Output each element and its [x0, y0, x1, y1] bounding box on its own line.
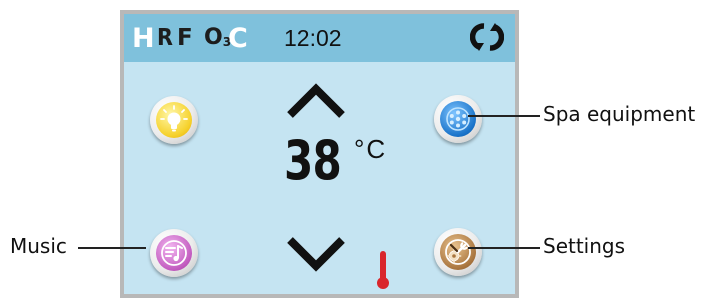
- thermometer-icon: [377, 251, 389, 289]
- temperature-value: 38: [284, 129, 342, 192]
- spa-jets-icon: [446, 107, 470, 131]
- light-bulb-icon: [160, 105, 188, 132]
- settings-label: Settings: [543, 234, 626, 258]
- sync-arrows-icon[interactable]: [470, 22, 504, 52]
- settings-button[interactable]: [434, 228, 482, 276]
- ozone-indicator: O3: [204, 27, 231, 49]
- music-note-icon: [161, 240, 187, 266]
- spa-control-screen: H R F O3 C 12:02 38 °C: [120, 10, 519, 298]
- spa-equipment-callout-line: [468, 115, 540, 117]
- settings-callout-line: [468, 247, 540, 249]
- filter-indicator: F: [177, 25, 193, 51]
- spa-equipment-button-face: [440, 101, 476, 137]
- c-indicator: C: [228, 23, 248, 54]
- heater-indicator: H: [132, 23, 155, 54]
- status-bar: H R F O3 C 12:02: [124, 14, 515, 62]
- spa-equipment-button[interactable]: [434, 95, 482, 143]
- light-button-face: [156, 102, 192, 138]
- music-label: Music: [10, 234, 67, 258]
- clock-time: 12:02: [284, 25, 342, 51]
- temperature-unit: °C: [354, 134, 388, 164]
- spa-equipment-label: Spa equipment: [543, 102, 696, 126]
- temperature-down-chevron-icon[interactable]: [284, 234, 348, 274]
- settings-button-face: [440, 234, 476, 270]
- music-callout-line: [78, 247, 146, 249]
- light-button[interactable]: [150, 96, 198, 144]
- temperature-up-chevron-icon[interactable]: [284, 80, 348, 120]
- r-indicator: R: [157, 25, 173, 51]
- music-button-face: [156, 235, 192, 271]
- ozone-indicator-letter: O: [204, 25, 223, 50]
- music-button[interactable]: [150, 229, 198, 277]
- wrench-gear-icon: [445, 239, 471, 265]
- diagram-stage: H R F O3 C 12:02 38 °C Spa equipment Mus…: [0, 0, 718, 300]
